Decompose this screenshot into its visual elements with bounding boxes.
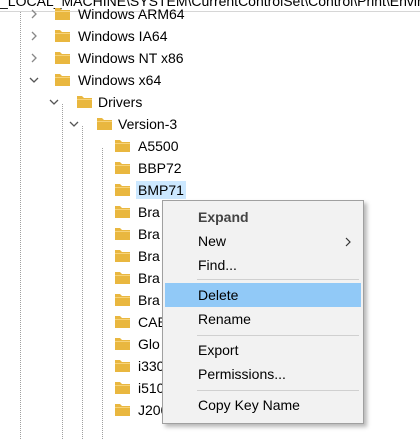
tree-item[interactable]: Drivers (0, 91, 420, 113)
tree-item-label: i330 (138, 358, 165, 374)
menu-item-copy-key-name[interactable]: Copy Key Name (165, 393, 361, 417)
tree-item-label: Windows IA64 (78, 28, 168, 44)
tree-item[interactable]: BMP71 (0, 179, 420, 201)
chevron-down-icon[interactable] (67, 113, 81, 135)
folder-icon (114, 182, 131, 197)
menu-item-label: New (198, 233, 227, 249)
folder-icon (96, 116, 113, 131)
menu-item-label: Rename (198, 311, 251, 327)
tree-item-label: i510 (138, 380, 165, 396)
tree-item-label: Windows x64 (78, 72, 162, 88)
tree-item-label: BBP72 (138, 160, 182, 176)
chevron-right-icon[interactable] (27, 3, 41, 25)
folder-icon (114, 292, 131, 307)
menu-item-rename[interactable]: Rename (165, 307, 361, 331)
folder-icon (76, 94, 93, 109)
tree-item[interactable]: A5500 (0, 135, 420, 157)
tree-item-label: Bra (138, 204, 160, 220)
tree-item[interactable]: Version-3 (0, 113, 420, 135)
folder-icon (114, 358, 131, 373)
tree-item-label: Windows NT x86 (78, 50, 184, 66)
tree-item-label: Drivers (98, 94, 143, 110)
menu-item-label: Delete (198, 287, 239, 303)
folder-icon (114, 160, 131, 175)
tree-item-label: Bra (138, 292, 160, 308)
menu-item-label: Permissions... (198, 366, 286, 382)
menu-item-export[interactable]: Export (165, 338, 361, 362)
menu-separator (197, 279, 359, 280)
folder-icon (114, 226, 131, 241)
folder-icon (114, 138, 131, 153)
context-menu[interactable]: Expand New Find... Delete Rename Export … (162, 200, 364, 424)
tree-item-label: Bra (138, 248, 160, 264)
folder-icon (114, 380, 131, 395)
menu-item-label: Expand (198, 209, 249, 225)
tree-item-label: A5500 (138, 138, 179, 154)
folder-icon (54, 6, 71, 21)
folder-icon (114, 204, 131, 219)
tree-item[interactable]: Windows ARM64 (0, 3, 420, 25)
menu-item-delete[interactable]: Delete (165, 283, 361, 307)
folder-icon (54, 72, 71, 87)
menu-item-new[interactable]: New (165, 229, 361, 253)
chevron-right-icon (344, 235, 352, 251)
tree-item[interactable]: Windows IA64 (0, 25, 420, 47)
folder-icon (114, 270, 131, 285)
menu-item-label: Export (198, 342, 239, 358)
folder-icon (114, 314, 131, 329)
menu-item-label: Copy Key Name (198, 397, 300, 413)
menu-separator (197, 390, 359, 391)
tree-item[interactable]: Windows NT x86 (0, 47, 420, 69)
chevron-right-icon[interactable] (27, 47, 41, 69)
menu-separator (197, 335, 359, 336)
chevron-right-icon[interactable] (27, 25, 41, 47)
menu-item-expand[interactable]: Expand (165, 205, 361, 229)
tree-item[interactable]: BBP72 (0, 157, 420, 179)
chevron-down-icon[interactable] (47, 91, 61, 113)
folder-icon (114, 336, 131, 351)
tree-item-label: Bra (138, 226, 160, 242)
tree-item-label: Bra (138, 270, 160, 286)
menu-item-find[interactable]: Find... (165, 253, 361, 277)
folder-icon (54, 50, 71, 65)
menu-item-permissions[interactable]: Permissions... (165, 362, 361, 386)
tree-item-label: BMP71 (136, 181, 186, 199)
tree-item-label: Glo (138, 336, 160, 352)
folder-icon (114, 402, 131, 417)
folder-icon (114, 248, 131, 263)
chevron-down-icon[interactable] (27, 69, 41, 91)
tree-item-label: Windows ARM64 (78, 6, 185, 22)
tree-item[interactable]: Windows x64 (0, 69, 420, 91)
folder-icon (54, 28, 71, 43)
menu-item-label: Find... (198, 257, 237, 273)
tree-item-label: Version-3 (118, 116, 178, 132)
